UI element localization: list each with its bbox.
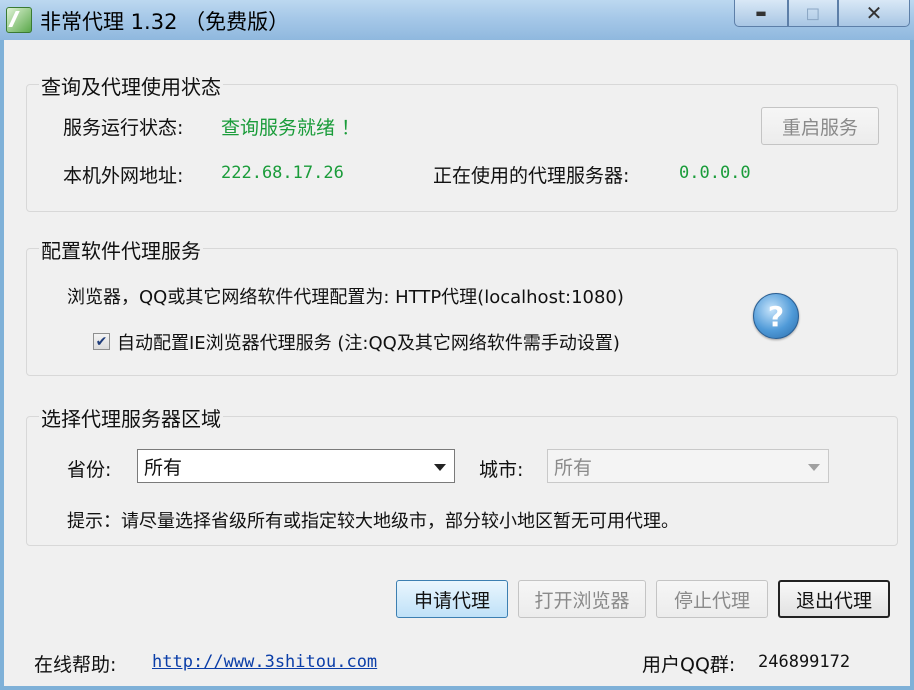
region-group: 选择代理服务器区域 省份: 所有 城市: 所有 提示：请尽量选择省级所有或指定较… [26, 403, 898, 546]
qq-group-value: 246899172 [758, 652, 851, 672]
province-select-value: 所有 [144, 456, 183, 479]
exit-proxy-button[interactable]: 退出代理 [778, 580, 890, 618]
maximize-icon: ◻ [805, 2, 821, 24]
help-icon[interactable]: ? [753, 293, 799, 339]
city-select[interactable]: 所有 [547, 449, 829, 483]
title-bar[interactable]: 非常代理 1.32 （免费版） ▬ ◻ ✕ [0, 0, 914, 40]
minimize-button[interactable]: ▬ [734, 0, 788, 27]
external-ip-label: 本机外网地址: [63, 165, 184, 187]
external-ip-value: 222.68.17.26 [221, 163, 344, 183]
request-proxy-button[interactable]: 申请代理 [396, 580, 508, 618]
service-state-label: 服务运行状态: [63, 117, 184, 139]
close-button[interactable]: ✕ [838, 0, 910, 27]
chevron-down-icon [434, 464, 446, 471]
maximize-button[interactable]: ◻ [788, 0, 838, 27]
config-group: 配置软件代理服务 浏览器，QQ或其它网络软件代理配置为: HTTP代理(loca… [26, 235, 898, 376]
online-help-label: 在线帮助: [34, 654, 117, 676]
region-group-title: 选择代理服务器区域 [39, 403, 223, 432]
open-browser-button[interactable]: 打开浏览器 [518, 580, 646, 618]
auto-config-label[interactable]: 自动配置IE浏览器代理服务 (注:QQ及其它网络软件需手动设置) [117, 329, 620, 355]
city-select-value: 所有 [554, 456, 593, 479]
app-logo-icon [6, 7, 32, 33]
proxy-config-info: 浏览器，QQ或其它网络软件代理配置为: HTTP代理(localhost:108… [67, 287, 624, 308]
status-group: 查询及代理使用状态 服务运行状态: 查询服务就绪 ！ 重启服务 本机外网地址: … [26, 71, 898, 212]
proxy-in-use-value: 0.0.0.0 [679, 163, 751, 183]
qq-group-label: 用户QQ群: [642, 654, 736, 676]
region-hint: 提示：请尽量选择省级所有或指定较大地级市，部分较小地区暂无可用代理。 [67, 511, 679, 532]
service-state-value: 查询服务就绪 ！ [221, 117, 361, 139]
help-link[interactable]: http://www.3shitou.com [152, 652, 377, 672]
province-label: 省份: [67, 459, 112, 481]
restart-service-button[interactable]: 重启服务 [761, 107, 879, 145]
window-controls: ▬ ◻ ✕ [734, 0, 910, 28]
province-select[interactable]: 所有 [137, 449, 455, 483]
config-group-title: 配置软件代理服务 [39, 235, 203, 264]
proxy-in-use-label: 正在使用的代理服务器: [433, 165, 630, 187]
auto-config-checkbox[interactable]: ✔ [93, 333, 110, 350]
stop-proxy-button[interactable]: 停止代理 [656, 580, 768, 618]
city-label: 城市: [479, 459, 524, 481]
main-window-client: 查询及代理使用状态 服务运行状态: 查询服务就绪 ！ 重启服务 本机外网地址: … [4, 40, 910, 686]
chevron-down-icon [808, 464, 820, 471]
window-title: 非常代理 1.32 （免费版） [40, 10, 290, 34]
close-icon: ✕ [865, 1, 883, 25]
status-group-title: 查询及代理使用状态 [39, 71, 223, 100]
minimize-icon: ▬ [755, 6, 767, 20]
